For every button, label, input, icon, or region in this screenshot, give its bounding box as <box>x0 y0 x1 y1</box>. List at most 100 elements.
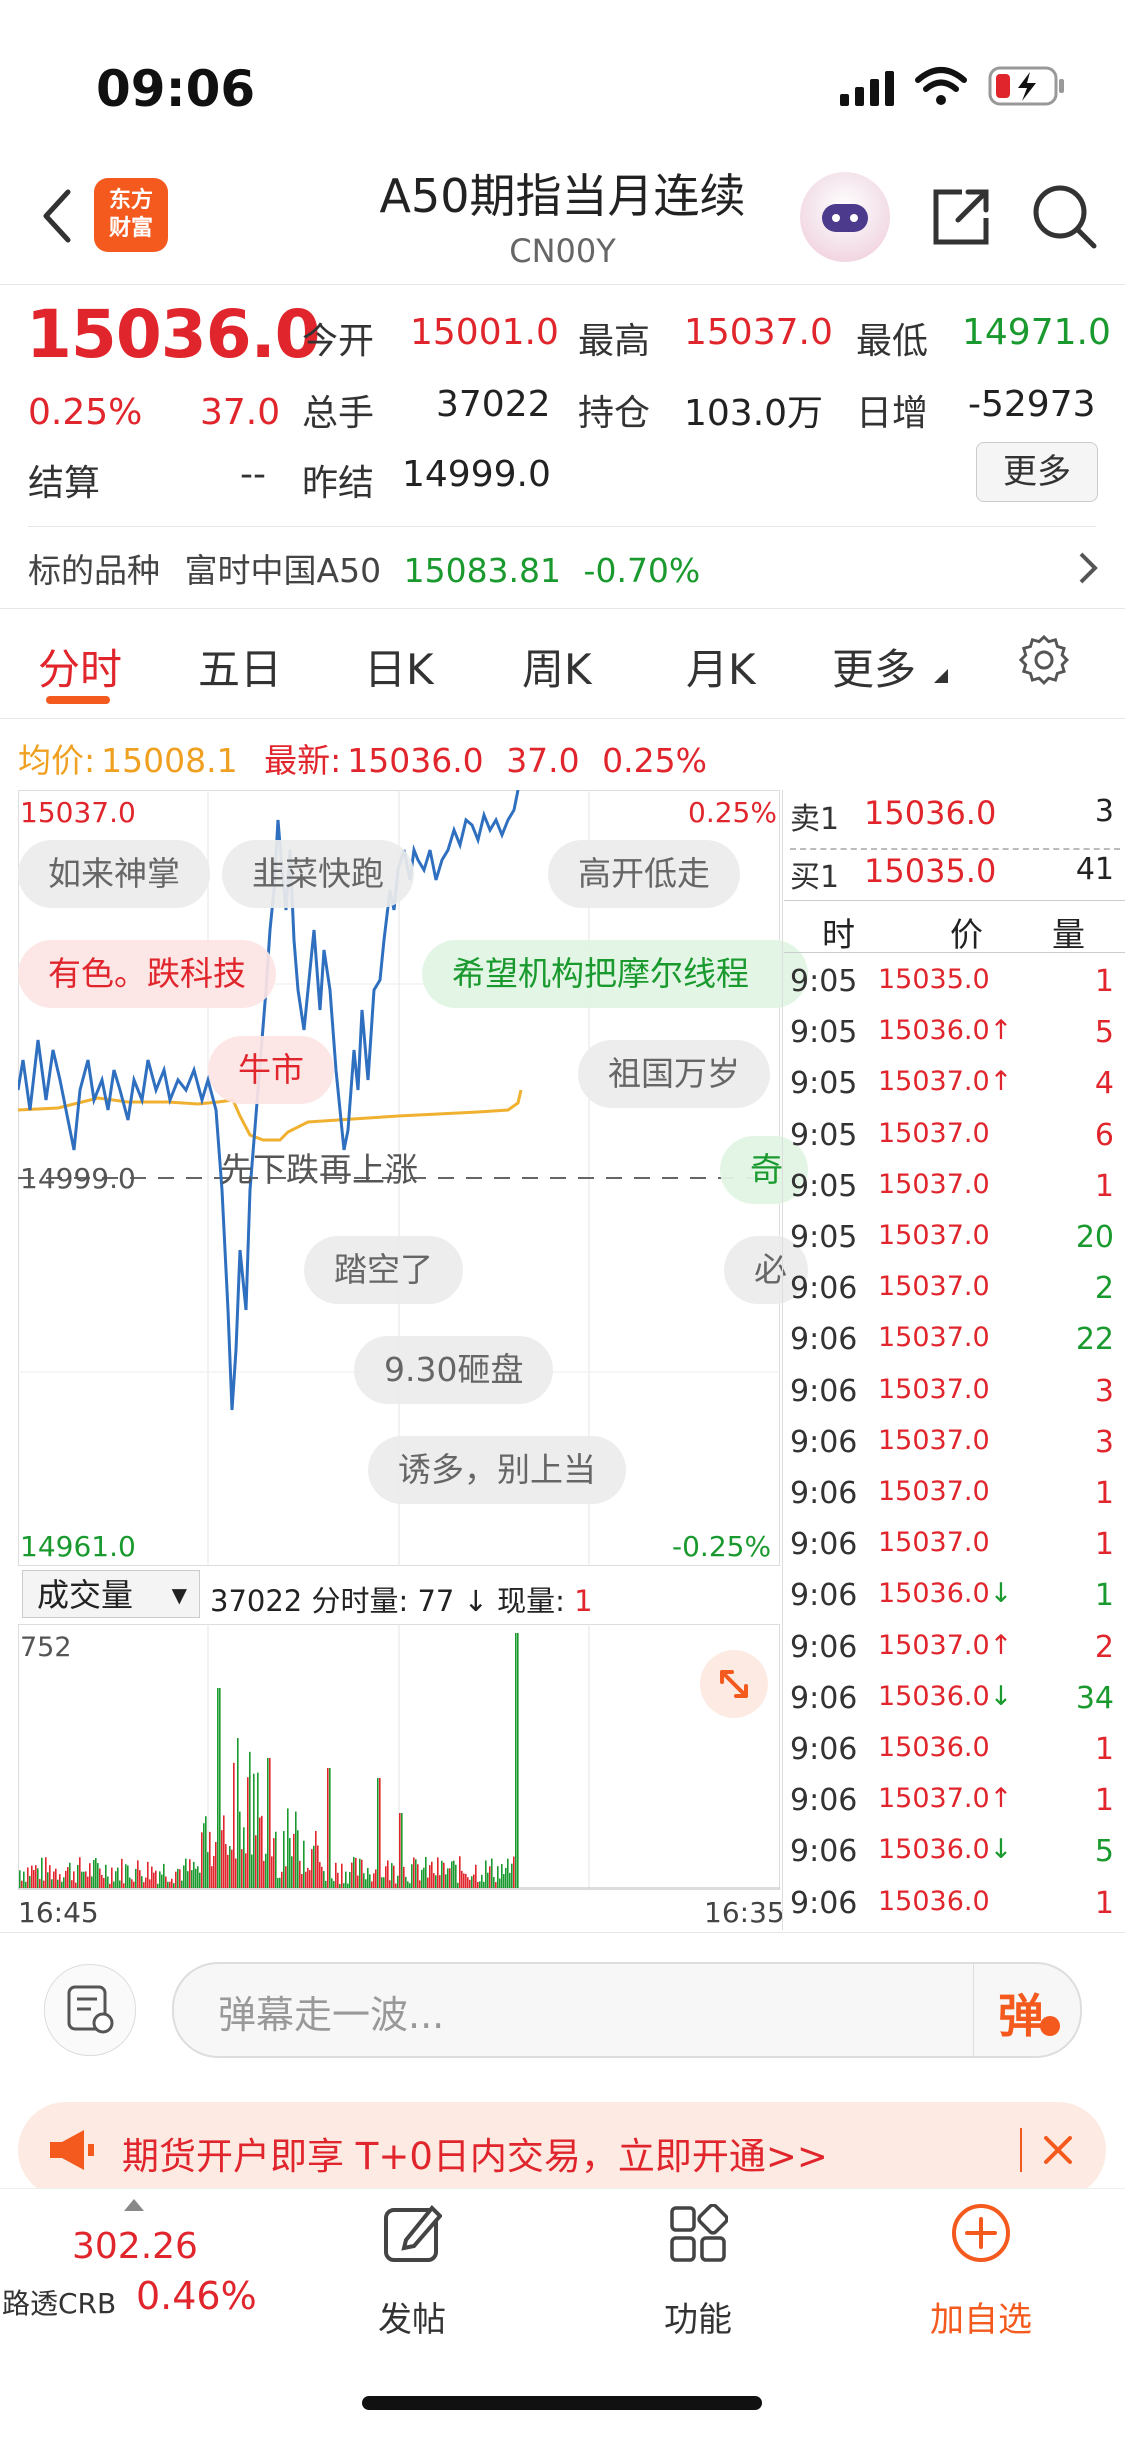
promo-banner[interactable]: 期货开户即享 T+0日内交易，立即开通>> <box>18 2102 1106 2198</box>
danmu-send-button[interactable]: 弹 <box>973 1964 1080 2056</box>
tick-price-value: 15036.0 <box>878 1834 990 1866</box>
y-axis-top-pct: 0.25% <box>688 796 777 829</box>
underlying-label: 标的品种 <box>28 551 160 590</box>
tick-volume: 6 <box>1094 1117 1114 1153</box>
tick-price-value: 15037.0 <box>878 1066 990 1098</box>
underlying-price: 15083.81 <box>403 551 562 590</box>
volume-bar <box>231 1849 233 1888</box>
volume-bar <box>197 1866 199 1888</box>
tick-time: 9:06 <box>790 1424 858 1460</box>
volume-bar <box>69 1862 71 1888</box>
volume-bar <box>345 1871 347 1888</box>
col-time: 时 <box>822 915 855 954</box>
volume-bar <box>447 1868 449 1888</box>
settings-gear-icon[interactable] <box>1018 634 1070 690</box>
volume-bar <box>253 1773 255 1888</box>
volume-bar <box>59 1874 61 1888</box>
low-label: 最低 <box>856 321 929 362</box>
volume-indicator-select[interactable]: 成交量 ▼ <box>22 1570 200 1618</box>
tick-volume: 1 <box>1094 1527 1114 1563</box>
add-watchlist-icon[interactable] <box>950 2202 1012 2268</box>
y-axis-bottom-pct: -0.25% <box>672 1530 772 1563</box>
volume-bar <box>143 1882 145 1888</box>
volume-bar <box>513 1856 515 1888</box>
tick-time: 9:06 <box>790 1783 858 1819</box>
expand-chart-icon[interactable] <box>700 1650 768 1718</box>
tick-row: 9:06 15037.0 3 <box>790 1374 1120 1425</box>
low-value: 14971.0 <box>962 312 1111 353</box>
function-label[interactable]: 功能 <box>638 2292 758 2341</box>
index-value[interactable]: 302.26 <box>72 2226 198 2267</box>
volume-bar <box>301 1874 303 1888</box>
volume-bar <box>403 1866 405 1888</box>
tab-weekly-k[interactable]: 周K <box>522 636 592 697</box>
volume-bar <box>493 1877 495 1888</box>
tick-row: 9:05 15037.0↑ 4 <box>790 1066 1120 1117</box>
share-icon[interactable] <box>928 184 994 254</box>
tick-price: 15037.0 <box>878 1374 990 1405</box>
volume-bar <box>365 1879 367 1888</box>
volume-bar <box>273 1838 275 1888</box>
volume-bar <box>395 1883 397 1888</box>
comment-list-icon[interactable] <box>44 1964 136 2056</box>
tick-time: 9:05 <box>790 1066 858 1102</box>
volume-value: 37022 <box>436 384 551 425</box>
volume-bar <box>339 1883 341 1888</box>
tab-intraday[interactable]: 分时 <box>38 636 122 697</box>
danmu-input[interactable]: 弹幕走一波... 弹 <box>172 1962 1082 2058</box>
tick-price: 15035.0 <box>878 964 990 995</box>
volume-bar <box>265 1853 267 1888</box>
wifi-icon <box>914 66 968 112</box>
post-label[interactable]: 发帖 <box>352 2292 472 2341</box>
volume-bar <box>329 1768 331 1888</box>
volume-bar <box>255 1835 257 1888</box>
tick-volume: 1 <box>1094 1732 1114 1767</box>
time-axis-start: 16:45 <box>18 1896 99 1929</box>
current-volume-label: 现量: <box>497 1584 565 1618</box>
volume-bar <box>461 1870 463 1888</box>
assistant-avatar-icon[interactable] <box>800 172 890 262</box>
close-icon[interactable] <box>1040 2132 1076 2168</box>
tab-daily-k[interactable]: 日K <box>364 636 434 697</box>
tick-price-value: 15037.0 <box>878 1629 990 1661</box>
volume-bar <box>221 1830 223 1888</box>
volume-bar <box>245 1853 247 1888</box>
danmu-bubble: 诱多，别上当 <box>368 1436 626 1504</box>
volume-bar <box>171 1878 173 1888</box>
volume-bar <box>509 1872 511 1888</box>
add-watchlist-label[interactable]: 加自选 <box>906 2292 1056 2341</box>
volume-bar <box>371 1881 373 1888</box>
volume-bar <box>309 1870 311 1888</box>
tab-active-indicator <box>46 696 110 704</box>
volume-bar <box>99 1868 101 1888</box>
tab-five-day[interactable]: 五日 <box>198 636 282 697</box>
tick-price: 15037.0 <box>878 1271 990 1302</box>
volume-bar <box>411 1864 413 1888</box>
post-icon[interactable] <box>382 2202 443 2268</box>
volume-bar <box>41 1857 43 1888</box>
volume-bar <box>481 1874 483 1888</box>
more-button[interactable]: 更多 <box>976 442 1098 502</box>
function-grid-icon[interactable] <box>668 2203 729 2268</box>
volume-indicator-label: 成交量 <box>37 1576 134 1614</box>
volume-summary: 37022 分时量: 77 ↓ 现量: 1 <box>210 1578 593 1620</box>
latest-value: 15036.0 <box>347 741 484 780</box>
volume-bar <box>401 1813 403 1888</box>
tick-volume: 1 <box>1094 1885 1114 1921</box>
underlying-row[interactable]: 标的品种 富时中国A50 15083.81 -0.70% <box>28 544 1100 594</box>
promo-text: 期货开户即享 T+0日内交易，立即开通>> <box>122 2135 828 2178</box>
tab-monthly-k[interactable]: 月K <box>686 636 756 697</box>
danmu-bubble: 韭菜快跑 <box>222 840 414 908</box>
tab-more[interactable]: 更多 <box>832 636 916 697</box>
volume-bar <box>299 1860 301 1888</box>
open-interest-label: 持仓 <box>578 393 651 434</box>
volume-bar <box>397 1875 399 1888</box>
volume-chart-svg <box>18 1624 780 1890</box>
volume-bar <box>375 1869 377 1888</box>
volume-bar <box>251 1854 253 1888</box>
volume-bar <box>333 1881 335 1888</box>
tick-row: 9:05 15037.0 20 <box>790 1220 1120 1271</box>
volume-chart[interactable] <box>18 1624 780 1890</box>
search-icon[interactable] <box>1030 182 1100 256</box>
settle-label: 结算 <box>28 463 101 504</box>
